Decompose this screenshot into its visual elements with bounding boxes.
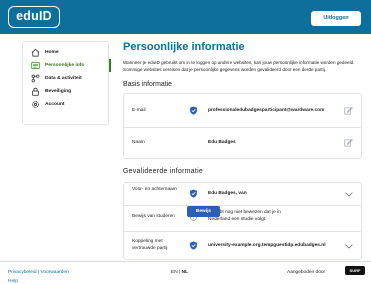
intro-text: Wanneer je eduID gebruikt om in te logge… <box>123 60 355 72</box>
footer-separator: | <box>37 270 40 275</box>
sidebar-item-data-activity[interactable]: Data & activiteit <box>23 72 110 85</box>
email-row[interactable]: E-mail professionaledubadgesparticipant@… <box>124 94 361 127</box>
sidebar-item-label: Beveiliging <box>45 89 72 94</box>
shield-check-icon <box>190 106 197 115</box>
gear-icon <box>32 101 39 108</box>
data-nodes-icon <box>31 74 40 83</box>
language-switcher: EN | NL <box>171 270 188 275</box>
chevron-down-icon[interactable] <box>345 244 353 249</box>
validated-info-card: Voor- en achternaam Edu Badges, van Bewi… <box>123 182 362 260</box>
trusted-party-value: university-example.org.tempguestidp.edub… <box>208 243 326 248</box>
sidebar-nav: Home Persoonlijke info Data & activiteit… <box>22 41 111 125</box>
full-name-label: Voor- en achternaam <box>132 187 177 192</box>
sidebar-item-label: Home <box>45 50 59 55</box>
lang-nl[interactable]: NL <box>182 270 188 275</box>
full-name-row[interactable]: Voor- en achternaam Edu Badges, van <box>124 183 361 205</box>
page-title: Persoonlijke informatie <box>123 41 245 53</box>
id-card-icon <box>31 61 40 70</box>
terms-link[interactable]: Voorwaarden <box>40 270 68 275</box>
footer-divider <box>0 261 371 262</box>
help-link[interactable]: Help <box>8 279 18 284</box>
study-proof-label: Bewijs van studeren <box>132 214 175 219</box>
lang-en[interactable]: EN <box>171 270 178 275</box>
lock-icon <box>32 87 39 96</box>
top-bar: eduID Uitloggen <box>0 0 371 34</box>
trusted-party-label: Koppeling met vertrouwde partij <box>132 239 168 251</box>
name-row[interactable]: Naam Edu Badges <box>124 128 361 159</box>
study-proof-row: Bewijs van studeren ? Je hebt nog niet b… <box>124 206 361 231</box>
basic-info-heading: Basis informatie <box>123 81 173 88</box>
sidebar-item-label: Account <box>45 102 65 107</box>
trusted-party-row[interactable]: Koppeling met vertrouwde partij universi… <box>124 232 361 260</box>
sidebar-item-personal-info[interactable]: Persoonlijke info <box>23 59 111 72</box>
shield-check-icon <box>190 189 197 198</box>
basic-info-card: E-mail professionaledubadgesparticipant@… <box>123 93 362 159</box>
privacy-link[interactable]: Privacybeleid <box>8 270 37 275</box>
edit-icon[interactable] <box>344 106 353 115</box>
full-name-value: Edu Badges, van <box>208 191 247 196</box>
name-value: Edu Badges <box>208 140 236 145</box>
validated-info-heading: Gevalideerde informatie <box>123 168 204 175</box>
name-label: Naam <box>132 140 145 145</box>
sidebar-item-security[interactable]: Beveiliging <box>23 85 110 98</box>
shield-check-icon <box>190 241 197 250</box>
sidebar-item-label: Data & activiteit <box>45 76 82 81</box>
email-value: professionaledubadgesparticipant@wardwar… <box>208 108 325 113</box>
proof-study-button[interactable]: Bewijs <box>187 206 220 217</box>
active-indicator <box>109 59 111 72</box>
footer-links: Privacybeleid | Voorwaarden <box>8 270 69 275</box>
sidebar-item-home[interactable]: Home <box>23 46 110 59</box>
home-icon <box>31 48 40 57</box>
sidebar-item-label: Persoonlijke info <box>45 63 85 68</box>
chevron-down-icon[interactable] <box>345 192 353 197</box>
lang-separator: | <box>179 270 181 275</box>
eduid-logo[interactable]: eduID <box>8 6 60 28</box>
edit-icon[interactable] <box>344 138 353 147</box>
email-label: E-mail <box>132 108 146 113</box>
logout-button[interactable]: Uitloggen <box>311 11 361 26</box>
logo-text: eduID <box>16 9 52 23</box>
surf-logo[interactable]: SURF <box>345 266 365 275</box>
offered-by-text: Aangeboden door <box>287 270 326 275</box>
sidebar-item-account[interactable]: Account <box>23 98 110 111</box>
